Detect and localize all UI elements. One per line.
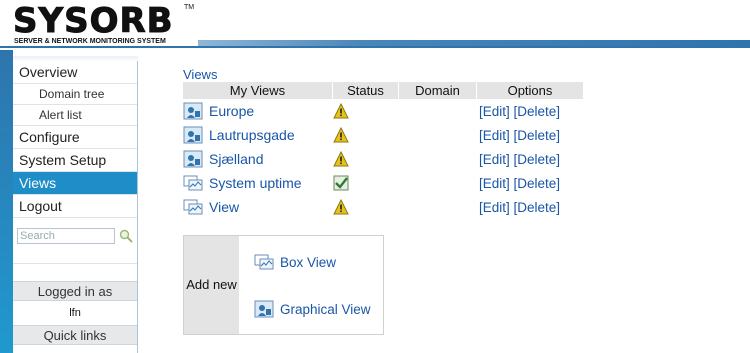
sidebar-item-logout[interactable]: Logout <box>13 195 137 218</box>
view-name-cell[interactable]: Lautrupsgade <box>183 123 333 147</box>
box-view-icon <box>183 198 203 216</box>
search-icon[interactable] <box>119 229 133 243</box>
view-name-link[interactable]: Europe <box>209 103 254 119</box>
table-body: Europe [Edit] [Delete] Lautrupsgade [Edi… <box>183 99 583 219</box>
search-input[interactable] <box>17 228 115 244</box>
logo-text: SYSORB <box>13 1 174 41</box>
options-cell: [Edit] [Delete] <box>477 123 583 147</box>
header-domain: Domain <box>399 82 477 99</box>
logo-trademark: TM <box>184 4 195 11</box>
edit-link[interactable]: [Edit] <box>479 104 510 119</box>
sysorb-logo[interactable]: SYSORB <box>13 1 174 41</box>
add-new-panel: Add new Box View Graphical View <box>183 235 384 335</box>
view-name-link[interactable]: System uptime <box>209 175 302 191</box>
sidebar-item-system-setup[interactable]: System Setup <box>13 149 137 172</box>
view-name-link[interactable]: View <box>209 199 239 215</box>
edit-link[interactable]: [Edit] <box>479 200 510 215</box>
edit-link[interactable]: [Edit] <box>479 176 510 191</box>
logged-in-header: Logged in as <box>13 281 137 301</box>
table-header: My Views Status Domain Options <box>183 82 583 99</box>
status-cell <box>333 171 399 195</box>
view-name-cell[interactable]: Sjælland <box>183 147 333 171</box>
graphical-view-icon <box>254 300 274 318</box>
graphical-view-icon <box>183 126 203 144</box>
status-cell <box>333 99 399 123</box>
delete-link[interactable]: [Delete] <box>514 128 561 143</box>
domain-cell <box>399 99 477 123</box>
options-cell: [Edit] [Delete] <box>477 99 583 123</box>
table-row: Lautrupsgade [Edit] [Delete] <box>183 123 583 147</box>
add-box-view-label: Box View <box>280 254 337 270</box>
search-area <box>13 218 137 264</box>
delete-link[interactable]: [Delete] <box>514 104 561 119</box>
view-name-cell[interactable]: View <box>183 195 333 219</box>
sidebar-item-overview[interactable]: Overview <box>13 61 137 84</box>
box-view-icon <box>254 253 274 271</box>
status-cell <box>333 195 399 219</box>
domain-cell <box>399 147 477 171</box>
graphical-view-icon <box>183 102 203 120</box>
header-divider <box>0 46 750 48</box>
ok-check-icon <box>333 175 349 191</box>
options-cell: [Edit] [Delete] <box>477 147 583 171</box>
table-row: Sjælland [Edit] [Delete] <box>183 147 583 171</box>
graphical-view-icon <box>183 150 203 168</box>
header-my-views: My Views <box>183 82 333 99</box>
view-name-link[interactable]: Sjælland <box>209 151 263 167</box>
header: SYSORB TM SERVER & NETWORK MONITORING SY… <box>0 0 750 58</box>
add-graphical-view-link[interactable]: Graphical View <box>254 300 371 318</box>
header-options: Options <box>507 83 553 98</box>
delete-link[interactable]: [Delete] <box>514 152 561 167</box>
quick-links-header: Quick links <box>13 325 137 345</box>
sidebar-item-configure[interactable]: Configure <box>13 126 137 149</box>
view-name-link[interactable]: Lautrupsgade <box>209 127 295 143</box>
add-new-label: Add new <box>184 236 239 334</box>
logged-in-username: lfn <box>69 307 81 319</box>
status-cell <box>333 123 399 147</box>
warning-icon <box>333 103 349 119</box>
warning-icon <box>333 151 349 167</box>
sidebar-item-domain-tree[interactable]: Domain tree <box>13 84 137 105</box>
domain-cell <box>399 195 477 219</box>
edit-link[interactable]: [Edit] <box>479 152 510 167</box>
warning-icon <box>333 199 349 215</box>
add-box-view-link[interactable]: Box View <box>254 253 336 271</box>
domain-cell <box>399 123 477 147</box>
logo-tagline: SERVER & NETWORK MONITORING SYSTEM <box>14 38 166 45</box>
options-cell: [Edit] [Delete] <box>477 171 583 195</box>
table-row: System uptime [Edit] [Delete] <box>183 171 583 195</box>
status-cell <box>333 147 399 171</box>
view-name-cell[interactable]: System uptime <box>183 171 333 195</box>
header-status: Status <box>333 82 399 99</box>
sidebar-item-alert-list[interactable]: Alert list <box>13 105 137 126</box>
view-name-cell[interactable]: Europe <box>183 99 333 123</box>
delete-link[interactable]: [Delete] <box>514 200 561 215</box>
views-breadcrumb-link[interactable]: Views <box>183 67 217 82</box>
domain-cell <box>399 171 477 195</box>
add-graphical-view-label: Graphical View <box>280 301 371 317</box>
table-row: Europe [Edit] [Delete] <box>183 99 583 123</box>
table-row: View [Edit] [Delete] <box>183 195 583 219</box>
views-table: My Views Status Domain Options Europe [E… <box>183 82 583 219</box>
options-cell: [Edit] [Delete] <box>477 195 583 219</box>
sidebar: Overview Domain tree Alert list Configur… <box>13 61 138 353</box>
warning-icon <box>333 127 349 143</box>
sidebar-item-views[interactable]: Views <box>13 172 137 195</box>
box-view-icon <box>183 174 203 192</box>
delete-link[interactable]: [Delete] <box>514 176 561 191</box>
edit-link[interactable]: [Edit] <box>479 128 510 143</box>
left-accent-strip <box>0 50 13 353</box>
